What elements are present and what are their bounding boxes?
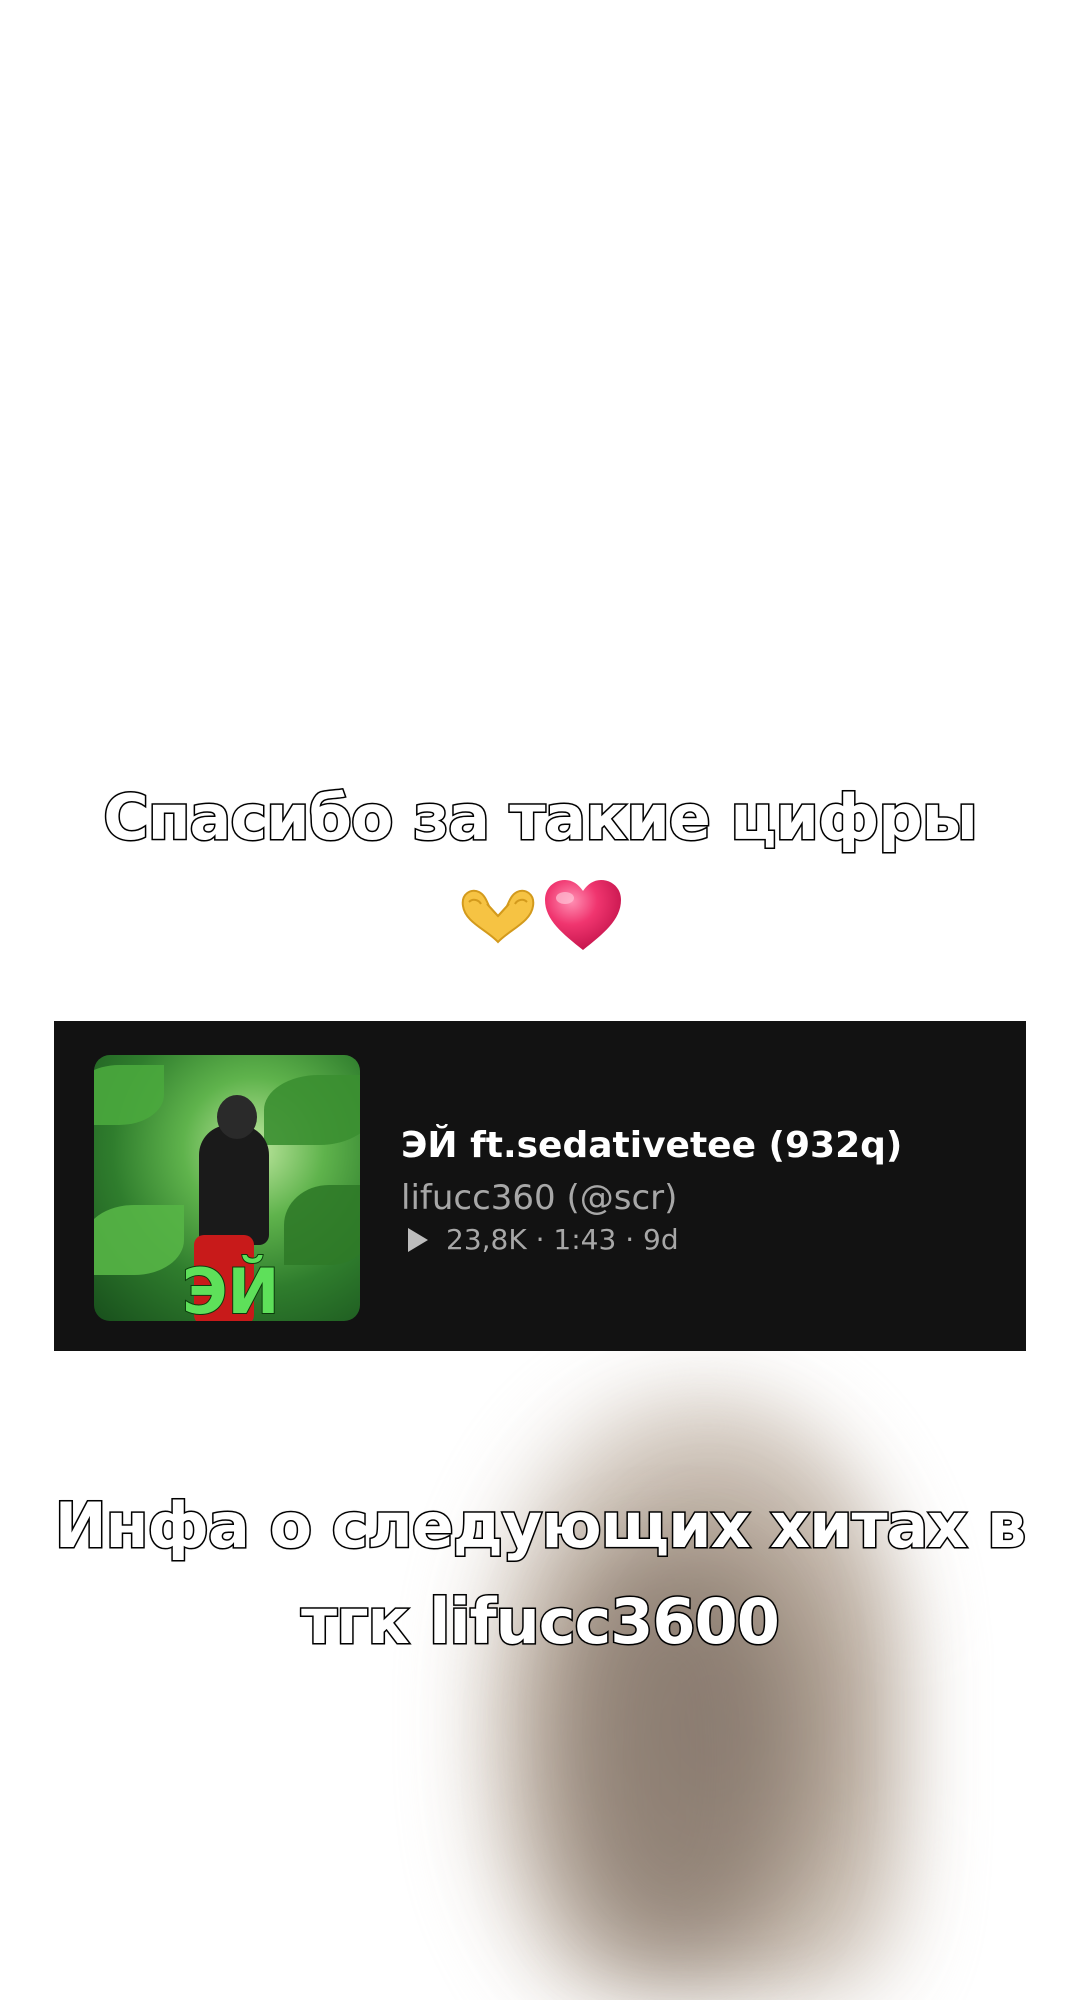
cover-leaf bbox=[264, 1075, 360, 1145]
play-count-icon bbox=[408, 1227, 428, 1252]
cover-figure-body bbox=[199, 1125, 269, 1245]
track-artist[interactable]: lifucc360 (@scr) bbox=[401, 1178, 677, 1218]
track-stats: 23,8K · 1:43 · 9d bbox=[408, 1223, 679, 1256]
cover-leaf bbox=[94, 1205, 184, 1275]
bottom-caption-line-1: Инфа о следующих хитах в bbox=[53, 1488, 1027, 1564]
cover-leaf bbox=[94, 1065, 164, 1125]
bottom-caption: Инфа о следующих хитах в тгк lifucc3600 bbox=[0, 1478, 1080, 1670]
bottom-caption-line-2: тгк lifucc3600 bbox=[300, 1584, 782, 1660]
track-title[interactable]: ЭЙ ft.sedativetee (932q) bbox=[401, 1125, 902, 1166]
stats-separator: · bbox=[616, 1223, 644, 1256]
play-count: 23,8K bbox=[446, 1223, 527, 1256]
cover-title-text: ЭЙ bbox=[181, 1254, 280, 1321]
emoji-row bbox=[0, 876, 1080, 956]
track-cover-art[interactable]: ЭЙ bbox=[94, 1055, 360, 1321]
pink-heart-icon bbox=[545, 880, 621, 950]
upload-age: 9d bbox=[643, 1223, 679, 1256]
cover-leaf bbox=[284, 1185, 360, 1265]
cover-figure-head bbox=[217, 1095, 257, 1139]
track-duration: 1:43 bbox=[553, 1223, 617, 1256]
top-caption: Спасибо за такие цифры bbox=[102, 780, 980, 856]
heart-hands-icon bbox=[461, 889, 535, 944]
stats-separator: · bbox=[526, 1223, 554, 1256]
track-card[interactable]: ЭЙ ЭЙ ft.sedativetee (932q) lifucc360 (@… bbox=[54, 1021, 1026, 1351]
